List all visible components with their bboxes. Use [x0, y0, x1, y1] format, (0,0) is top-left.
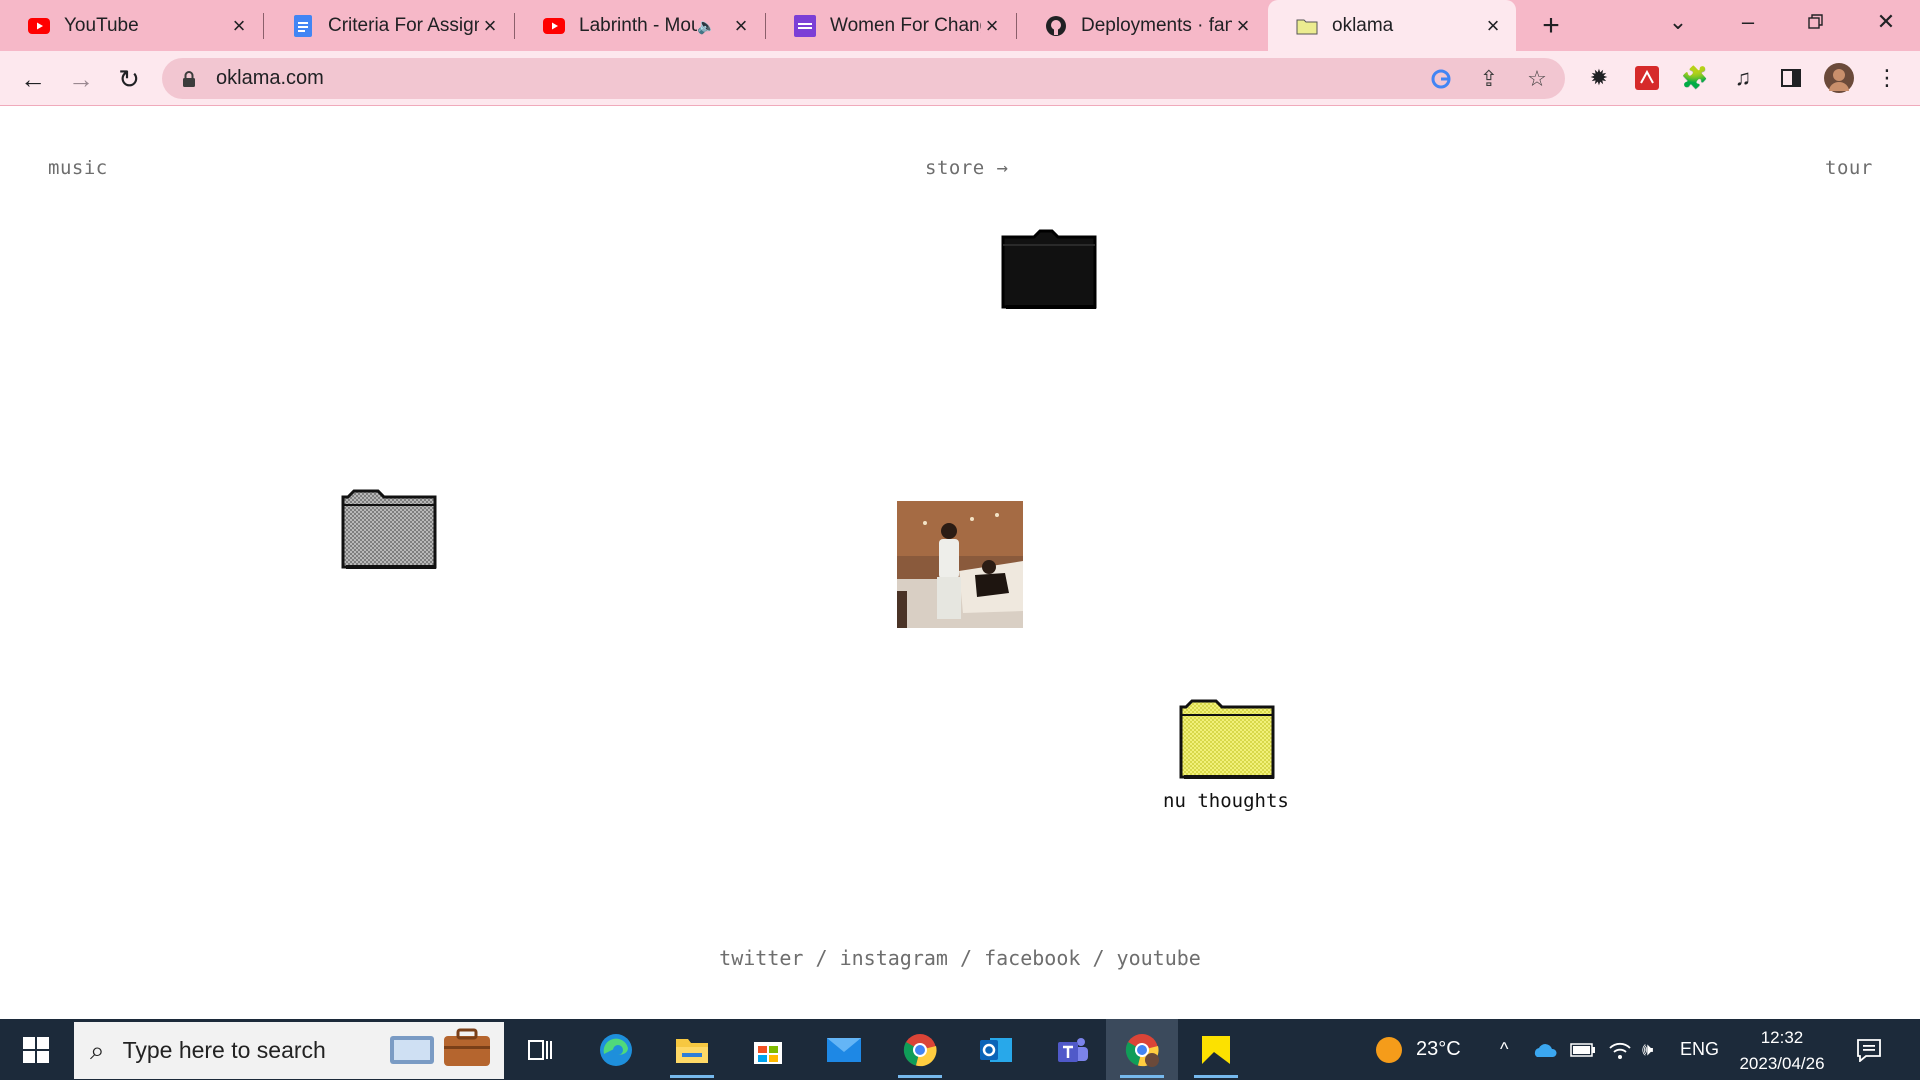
github-icon [1045, 15, 1067, 37]
instagram-link[interactable]: instagram [840, 946, 948, 970]
store-icon[interactable] [732, 1019, 804, 1080]
nav-music[interactable]: music [48, 157, 108, 179]
url-text: oklama.com [216, 67, 324, 89]
extension-gear-icon[interactable]: ✹ [1584, 63, 1614, 93]
edge-icon[interactable] [580, 1019, 652, 1080]
browser-toolbar: ← → ↻ oklama.com ⇪ ☆ ✹ 🧩 ♫ ⋮ [0, 51, 1920, 106]
windows-taskbar: ⌕ Type here to search 23°C ^ 🕪 ENG 12:32… [0, 1019, 1920, 1080]
more-menu-icon[interactable]: ⋮ [1872, 63, 1902, 93]
new-tab-button[interactable]: + [1534, 9, 1568, 43]
teams-icon[interactable] [1036, 1019, 1108, 1080]
back-button[interactable]: ← [15, 61, 51, 97]
tab-title: Criteria For Assignm [328, 14, 479, 36]
forward-button[interactable]: → [63, 61, 99, 97]
clock-time: 12:32 [1760, 1028, 1804, 1047]
page-content: music store → tour nu thoughts twitter /… [0, 107, 1920, 1019]
youtube-link[interactable]: youtube [1117, 946, 1201, 970]
onedrive-icon[interactable] [1532, 1019, 1558, 1080]
acrobat-icon[interactable] [1632, 63, 1662, 93]
tab-labrinth[interactable]: Labrinth - Mou 🔈 × [515, 0, 764, 51]
yellow-folder-icon[interactable] [1178, 697, 1276, 785]
google-docs-icon [292, 14, 314, 37]
search-highlight-icon [388, 1026, 492, 1075]
side-panel-icon[interactable] [1776, 63, 1806, 93]
women-for-change-icon [794, 14, 816, 37]
weather-widget[interactable]: 23°C [1374, 1019, 1461, 1080]
separator: / [1080, 946, 1117, 970]
tab-title: Labrinth - Mou [579, 14, 698, 36]
tab-search-chevron-icon[interactable]: ⌄ [1658, 6, 1698, 38]
file-explorer-icon[interactable] [656, 1019, 728, 1080]
album-cover-image[interactable] [897, 501, 1023, 628]
facebook-link[interactable]: facebook [984, 946, 1080, 970]
separator: / [947, 946, 985, 970]
battery-icon[interactable] [1570, 1019, 1596, 1080]
sticky-notes-icon[interactable] [1180, 1019, 1252, 1080]
task-view-icon[interactable] [504, 1019, 576, 1080]
tab-deployments[interactable]: Deployments · fane × [1017, 0, 1266, 51]
extensions-puzzle-icon[interactable]: 🧩 [1680, 63, 1710, 93]
youtube-icon [543, 15, 565, 37]
folder-label-nu-thoughts[interactable]: nu thoughts [1163, 790, 1289, 812]
search-icon: ⌕ [90, 1034, 105, 1065]
restore-button[interactable] [1796, 6, 1836, 38]
mail-icon[interactable] [808, 1019, 880, 1080]
separator: / [803, 946, 840, 970]
profile-avatar[interactable] [1824, 63, 1854, 93]
search-placeholder: Type here to search [122, 1037, 326, 1063]
media-control-icon[interactable]: ♫ [1728, 63, 1758, 93]
address-bar[interactable]: oklama.com ⇪ ☆ [162, 58, 1565, 99]
close-icon[interactable]: × [228, 13, 250, 38]
tab-criteria[interactable]: Criteria For Assignm × [264, 0, 513, 51]
outlook-icon[interactable] [960, 1019, 1032, 1080]
tab-women-for-change[interactable]: Women For Change × [766, 0, 1015, 51]
weather-temp: 23°C [1416, 1038, 1461, 1060]
taskbar-clock[interactable]: 12:32 2023/04/26 [1722, 1025, 1842, 1077]
tab-youtube[interactable]: YouTube × [0, 0, 262, 51]
close-icon[interactable]: × [1232, 13, 1254, 38]
nav-tour[interactable]: tour [1825, 157, 1873, 179]
reload-button[interactable]: ↻ [111, 61, 147, 97]
black-folder-icon[interactable] [1000, 227, 1098, 315]
language-indicator[interactable]: ENG [1680, 1019, 1719, 1080]
tab-oklama[interactable]: oklama × [1268, 0, 1516, 51]
volume-icon[interactable]: 🕪 [1642, 1019, 1653, 1080]
grey-folder-icon[interactable] [340, 487, 438, 575]
twitter-link[interactable]: twitter [719, 946, 803, 970]
close-icon[interactable]: × [730, 13, 752, 38]
youtube-icon [28, 15, 50, 37]
nav-store[interactable]: store → [925, 157, 1009, 179]
notifications-icon[interactable] [1856, 1019, 1882, 1080]
close-window-button[interactable]: ✕ [1866, 6, 1906, 38]
windows-start-icon[interactable] [14, 1033, 58, 1067]
tab-title: Women For Change [830, 14, 981, 36]
show-hidden-icons-chevron-icon[interactable]: ^ [1500, 1019, 1508, 1080]
bookmark-star-icon[interactable]: ☆ [1524, 66, 1550, 92]
close-icon[interactable]: × [1482, 13, 1504, 38]
chrome-icon[interactable] [884, 1019, 956, 1080]
share-icon[interactable]: ⇪ [1476, 66, 1502, 92]
close-icon[interactable]: × [479, 13, 501, 38]
wifi-icon[interactable] [1608, 1019, 1632, 1080]
google-lens-icon[interactable] [1428, 66, 1454, 92]
chrome-profile-icon[interactable] [1106, 1019, 1178, 1080]
folder-icon [1296, 15, 1318, 37]
lock-icon [182, 70, 196, 87]
tab-title: Deployments · fane [1081, 14, 1232, 36]
tab-title: YouTube [64, 14, 139, 36]
close-icon[interactable]: × [981, 13, 1003, 38]
taskbar-search-box[interactable]: ⌕ Type here to search [74, 1022, 504, 1079]
tab-strip: YouTube × Criteria For Assignm × Labrint… [0, 0, 1920, 51]
social-links: twitter / instagram / facebook / youtube [0, 946, 1920, 970]
minimize-button[interactable]: – [1728, 6, 1768, 38]
tab-title: oklama [1332, 14, 1394, 36]
clock-date: 2023/04/26 [1739, 1054, 1825, 1073]
speaker-icon[interactable]: 🔈 [697, 17, 716, 35]
